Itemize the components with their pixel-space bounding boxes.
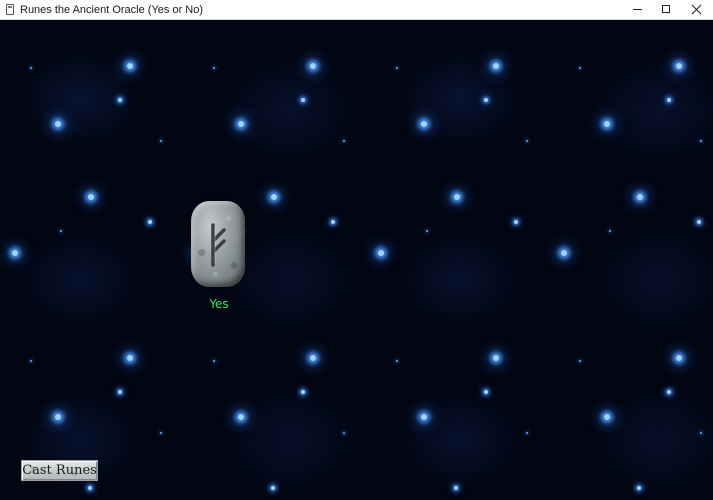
star	[343, 140, 345, 142]
minimize-button[interactable]	[623, 0, 653, 19]
app-icon	[6, 4, 14, 15]
star	[30, 360, 32, 362]
star	[700, 432, 702, 434]
star	[271, 194, 277, 200]
maximize-button[interactable]	[652, 0, 682, 19]
star	[396, 360, 398, 362]
app-window: Runes the Ancient Oracle (Yes or No) Yes…	[0, 0, 713, 500]
fehu-rune-icon	[211, 223, 226, 267]
star	[579, 67, 581, 69]
star	[148, 220, 152, 224]
star	[378, 250, 384, 256]
star	[310, 63, 316, 69]
star	[60, 230, 62, 232]
star	[604, 414, 610, 420]
star	[526, 140, 528, 142]
minimize-icon	[633, 9, 642, 10]
maximize-icon	[662, 5, 670, 13]
star	[493, 355, 499, 361]
star	[160, 140, 162, 142]
star	[88, 194, 94, 200]
star	[310, 355, 316, 361]
star	[697, 220, 701, 224]
star	[579, 360, 581, 362]
star	[127, 63, 133, 69]
cast-runes-button[interactable]: Cast Runes	[21, 460, 98, 481]
starfield-background	[0, 20, 713, 500]
star	[526, 432, 528, 434]
star	[271, 486, 275, 490]
star	[604, 121, 610, 127]
star	[88, 486, 92, 490]
star	[55, 121, 61, 127]
star	[426, 230, 428, 232]
star	[238, 121, 244, 127]
star	[160, 432, 162, 434]
star	[561, 250, 567, 256]
title-bar[interactable]: Runes the Ancient Oracle (Yes or No)	[0, 0, 713, 20]
star	[118, 390, 122, 394]
star	[127, 355, 133, 361]
rune-stone	[191, 201, 245, 287]
star	[637, 486, 641, 490]
close-icon	[691, 4, 702, 15]
star	[484, 98, 488, 102]
star	[454, 194, 460, 200]
star	[667, 390, 671, 394]
star	[514, 220, 518, 224]
star	[213, 67, 215, 69]
star	[454, 486, 458, 490]
star	[700, 140, 702, 142]
star	[609, 230, 611, 232]
star	[118, 98, 122, 102]
star	[12, 250, 18, 256]
star	[343, 432, 345, 434]
star	[676, 355, 682, 361]
window-title: Runes the Ancient Oracle (Yes or No)	[20, 4, 204, 16]
star	[667, 98, 671, 102]
oracle-answer: Yes	[209, 297, 229, 311]
star	[213, 360, 215, 362]
star	[55, 414, 61, 420]
star	[484, 390, 488, 394]
star	[493, 63, 499, 69]
star	[396, 67, 398, 69]
star	[30, 67, 32, 69]
star	[301, 98, 305, 102]
star	[301, 390, 305, 394]
star	[421, 414, 427, 420]
close-button[interactable]	[682, 0, 712, 19]
star	[331, 220, 335, 224]
star	[676, 63, 682, 69]
star	[238, 414, 244, 420]
star	[637, 194, 643, 200]
star	[421, 121, 427, 127]
